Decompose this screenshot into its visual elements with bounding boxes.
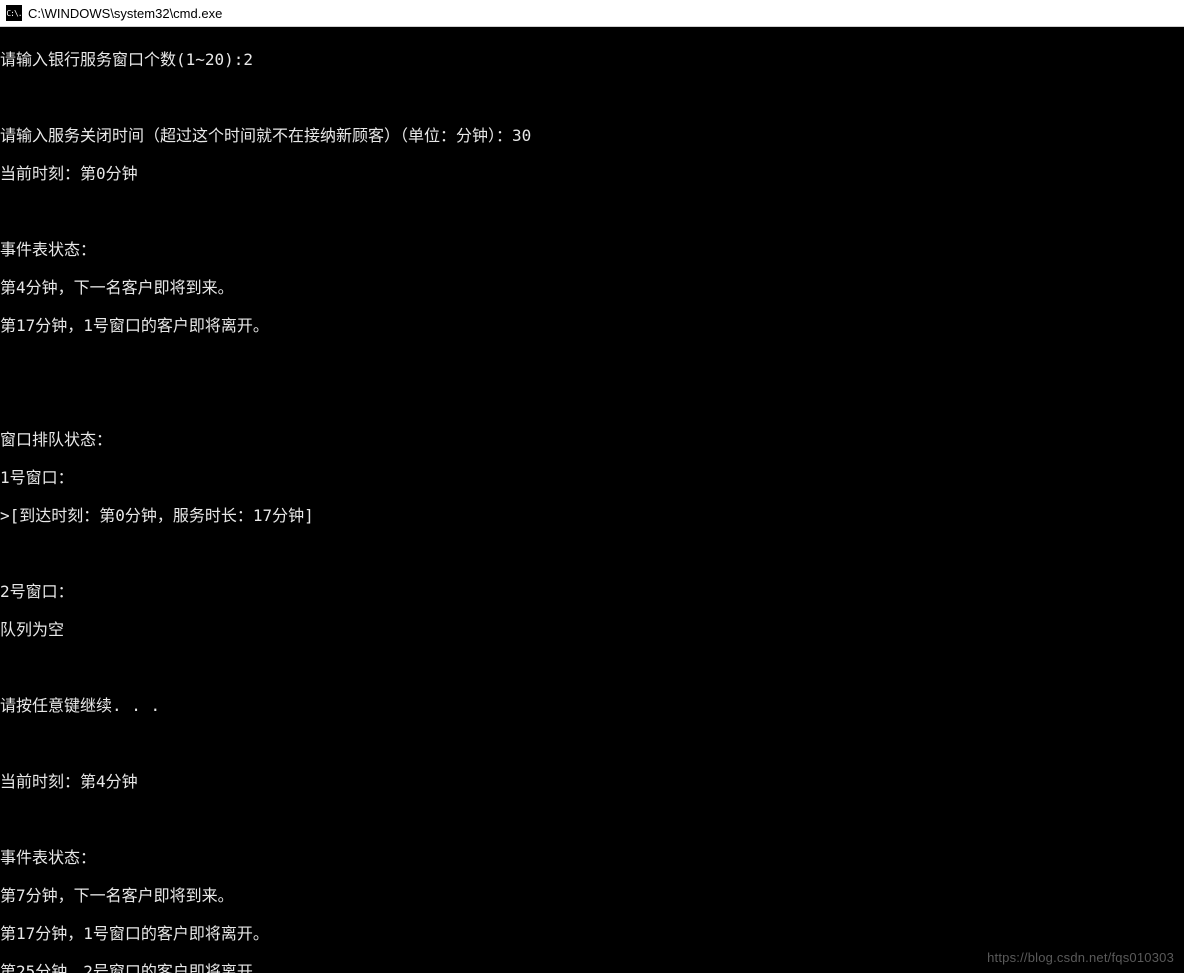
console-line: 第7分钟，下一名客户即将到来。 [0, 886, 1184, 905]
console-line: 请输入银行服务窗口个数(1~20):2 [0, 50, 1184, 69]
console-line: 当前时刻：第0分钟 [0, 164, 1184, 183]
console-line [0, 88, 1184, 107]
console-line [0, 810, 1184, 829]
console-line: 第4分钟，下一名客户即将到来。 [0, 278, 1184, 297]
console-line: 2号窗口： [0, 582, 1184, 601]
console-line: 请输入服务关闭时间（超过这个时间就不在接纳新顾客）（单位：分钟）：30 [0, 126, 1184, 145]
console-line: 请按任意键继续. . . [0, 696, 1184, 715]
console-line [0, 392, 1184, 411]
console-line: 事件表状态： [0, 240, 1184, 259]
console-line: 1号窗口： [0, 468, 1184, 487]
cmd-icon: C:\. [6, 5, 22, 21]
console-line: 当前时刻：第4分钟 [0, 772, 1184, 791]
console-line [0, 544, 1184, 563]
console-output[interactable]: 请输入银行服务窗口个数(1~20):2 请输入服务关闭时间（超过这个时间就不在接… [0, 27, 1184, 973]
console-line [0, 202, 1184, 221]
console-line [0, 354, 1184, 373]
console-line: >[到达时刻：第0分钟，服务时长：17分钟] [0, 506, 1184, 525]
window-title: C:\WINDOWS\system32\cmd.exe [28, 6, 222, 21]
console-line: 窗口排队状态： [0, 430, 1184, 449]
watermark-text: https://blog.csdn.net/fqs010303 [987, 948, 1174, 967]
window-titlebar[interactable]: C:\. C:\WINDOWS\system32\cmd.exe [0, 0, 1184, 27]
console-line: 第17分钟，1号窗口的客户即将离开。 [0, 924, 1184, 943]
console-line [0, 658, 1184, 677]
console-line: 事件表状态： [0, 848, 1184, 867]
console-line: 队列为空 [0, 620, 1184, 639]
console-line [0, 734, 1184, 753]
console-line: 第17分钟，1号窗口的客户即将离开。 [0, 316, 1184, 335]
